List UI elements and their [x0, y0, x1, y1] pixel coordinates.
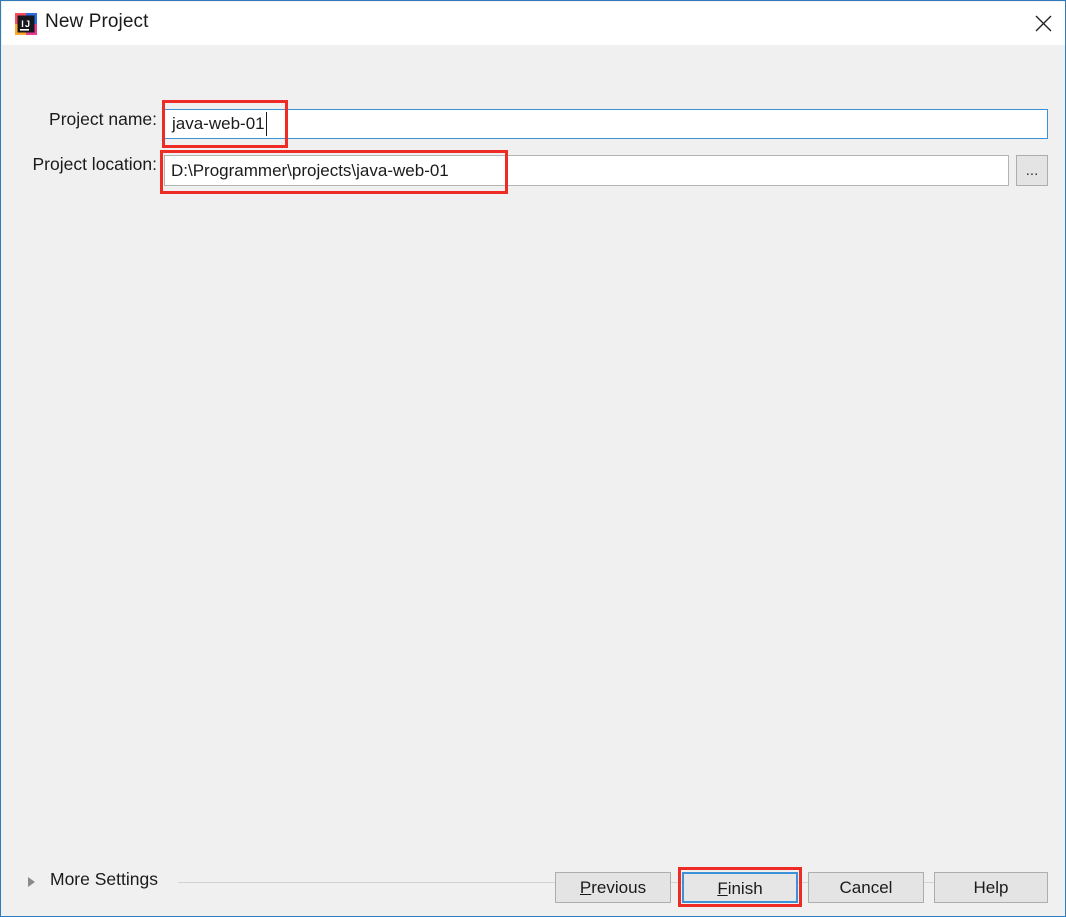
project-location-row: ...	[2, 96, 1065, 194]
intellij-idea-icon: I J	[15, 13, 37, 35]
dialog-content: Project name: Project location: java-web…	[2, 45, 1065, 916]
btn-finish-mnemonic: F	[717, 879, 728, 898]
finish-button[interactable]: Finish	[682, 872, 798, 903]
chevron-right-icon	[28, 877, 35, 887]
more-settings-label: More Settings	[50, 869, 158, 889]
help-button[interactable]: Help	[934, 872, 1048, 903]
browse-folder-button[interactable]: ...	[1016, 155, 1048, 186]
window-title: New Project	[45, 11, 149, 32]
project-location-input[interactable]	[164, 155, 1009, 186]
svg-text:J: J	[25, 19, 30, 29]
btn-previous-mnemonic: P	[579, 878, 592, 897]
close-icon[interactable]	[1020, 2, 1065, 45]
btn-finish-label: inish	[727, 879, 763, 898]
svg-text:I: I	[21, 19, 24, 29]
title-bar: I J New Project	[2, 2, 1065, 45]
cancel-button[interactable]: Cancel	[808, 872, 924, 903]
new-project-dialog: I J New Project Project name: Project lo…	[0, 0, 1066, 917]
btn-previous-label: revious	[591, 878, 647, 897]
previous-button[interactable]: Previous	[555, 872, 671, 903]
